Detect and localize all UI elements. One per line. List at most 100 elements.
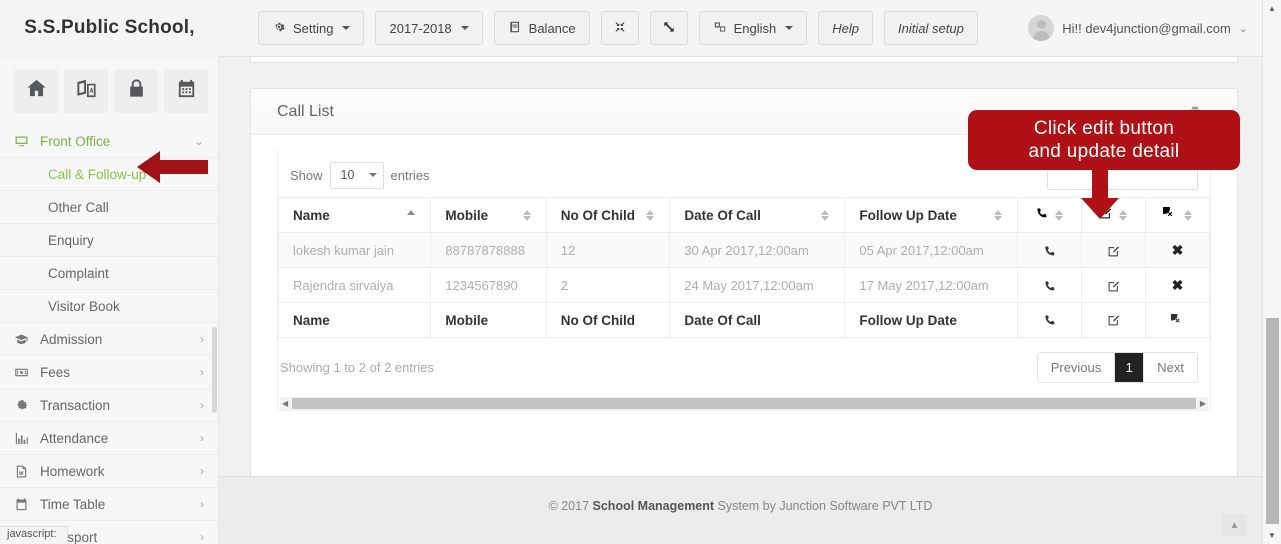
scroll-left-icon[interactable]: ◀ [282, 399, 288, 408]
column-label: Name [293, 207, 330, 223]
help-button[interactable]: Help [818, 11, 874, 45]
scroll-down-icon[interactable]: ▼ [1263, 527, 1281, 544]
column-header-mobile[interactable]: Mobile [430, 197, 547, 233]
list-item: Fees › [0, 356, 218, 389]
sidebar-item-label: Front Office [40, 133, 111, 149]
scroll-up-icon[interactable]: ▲ [1263, 0, 1281, 17]
header-toolbar: Setting 2017-2018 Balance English Help I… [219, 0, 1262, 57]
scroll-thumb[interactable] [292, 398, 1196, 409]
footer-label-name: Name [277, 302, 432, 338]
sidebar-item-label: Time Table [40, 496, 106, 512]
collapse-sidebar-button[interactable] [600, 11, 639, 45]
column-header-call[interactable] [1017, 197, 1083, 233]
sidebar-scrollbar-thumb[interactable] [212, 327, 217, 413]
language-button[interactable]: English [698, 11, 808, 45]
column-header-date-of-call[interactable]: Date Of Call [669, 197, 846, 233]
sidebar-item-attendance[interactable]: Attendance › [0, 422, 218, 454]
user-menu[interactable]: Hi!! dev4junction@gmail.com ⌄ [1028, 15, 1262, 41]
sidebar-item-fees[interactable]: Fees › [0, 356, 218, 388]
page-length-select[interactable]: 10 [329, 161, 384, 189]
column-header-name[interactable]: Name [277, 197, 432, 233]
browser-vertical-scrollbar[interactable]: ▲ ▼ [1262, 0, 1281, 544]
footer-label-date-of-call: Date Of Call [669, 302, 846, 338]
sidebar-item-visitor-book[interactable]: Visitor Book [0, 290, 218, 322]
quick-lock-button[interactable] [114, 69, 158, 113]
sidebar-item-label: Complaint [48, 265, 109, 281]
list-item: Admission › [0, 323, 218, 356]
browser-scroll-thumb[interactable] [1266, 318, 1279, 524]
call-action-button[interactable] [1017, 232, 1083, 268]
phone-icon [1043, 313, 1056, 328]
app-root: S.S.Public School, Setting 2017-2018 Bal… [0, 0, 1281, 544]
edit-action-button[interactable] [1081, 267, 1147, 303]
pagination-page-1[interactable]: 1 [1115, 353, 1145, 382]
pagination-previous[interactable]: Previous [1037, 353, 1116, 382]
x-icon: ✖ [1171, 276, 1184, 293]
column-header-delete[interactable] [1145, 197, 1210, 233]
sidebar-item-label: Admission [40, 331, 103, 347]
table-header-row: Name Mobile No Of Child Date Of Call Fol… [277, 197, 1210, 233]
balance-button[interactable]: Balance [493, 11, 590, 45]
sidebar-item-other-call[interactable]: Other Call [0, 191, 218, 223]
bar-chart-icon [14, 431, 40, 446]
sidebar-item-label: Enquiry [48, 232, 94, 248]
quick-calendar-button[interactable] [164, 69, 208, 113]
sidebar-item-time-table[interactable]: Time Table › [0, 488, 218, 520]
chevron-down-icon: ⌄ [193, 134, 204, 148]
cell-date-of-call: 24 May 2017,12:00am [669, 267, 846, 303]
delete-action-button[interactable]: ✖ [1145, 232, 1210, 268]
sort-icon [645, 209, 655, 222]
table-head: Name Mobile No Of Child Date Of Call Fol… [277, 197, 1210, 233]
chevron-down-icon [342, 26, 351, 30]
chevron-right-icon: › [200, 365, 204, 379]
phone-icon [1043, 277, 1056, 292]
cell-mobile: 1234567890 [430, 267, 547, 303]
language-icon [713, 20, 727, 37]
back-to-top-button[interactable]: ▲ [1222, 514, 1247, 536]
scroll-right-icon[interactable]: ▶ [1200, 399, 1206, 408]
initial-setup-label: Initial setup [898, 20, 964, 36]
cell-follow-up-date: 05 Apr 2017,12:00am [844, 232, 1019, 268]
sidebar-item-transaction[interactable]: Transaction › [0, 389, 218, 421]
pagination-next[interactable]: Next [1144, 353, 1197, 382]
book-icon [508, 20, 522, 37]
fullscreen-button[interactable] [649, 11, 688, 45]
footer-label-no-of-child: No Of Child [545, 302, 671, 338]
chevron-right-icon: › [200, 398, 204, 412]
sidebar-item-enquiry[interactable]: Enquiry [0, 224, 218, 256]
chevron-right-icon: › [200, 431, 204, 445]
setting-button[interactable]: Setting [258, 11, 365, 45]
delete-circle-icon [1167, 310, 1184, 328]
phone-icon [1035, 207, 1048, 223]
call-action-button[interactable] [1017, 267, 1083, 303]
gear-icon [14, 398, 40, 413]
page-footer: © 2017 School Management System by Junct… [219, 476, 1262, 544]
chevron-down-icon [460, 26, 469, 30]
sidebar-item-label: Other Call [48, 199, 109, 215]
initial-setup-button[interactable]: Initial setup [884, 11, 978, 45]
quick-home-button[interactable] [14, 69, 58, 113]
school-brand-title: S.S.Public School, [24, 17, 195, 38]
expand-icon [662, 20, 676, 37]
sidebar-menu: Front Office ⌄ Call & Follow-up Other Ca… [0, 125, 218, 544]
session-year-button[interactable]: 2017-2018 [375, 11, 483, 45]
sidebar-item-homework[interactable]: Homework › [0, 455, 218, 487]
table-foot: Name Mobile No Of Child Date Of Call Fol… [277, 302, 1210, 338]
table-footer-row: Name Mobile No Of Child Date Of Call Fol… [277, 302, 1210, 338]
table-row[interactable]: Rajendra sirvaiya 1234567890 2 24 May 20… [277, 267, 1210, 303]
translate-icon [75, 77, 98, 105]
table-row[interactable]: lokesh kumar jain 88787878888 12 30 Apr … [277, 232, 1210, 268]
cell-date-of-call: 30 Apr 2017,12:00am [669, 232, 846, 268]
column-header-no-of-child[interactable]: No Of Child [545, 197, 671, 233]
list-item: Attendance › [0, 422, 218, 455]
edit-action-button[interactable] [1081, 232, 1147, 268]
quick-translate-button[interactable] [64, 69, 108, 113]
column-header-follow-up-date[interactable]: Follow Up Date [844, 197, 1019, 233]
annotation-arrow-left [136, 150, 208, 184]
table-horizontal-scrollbar[interactable]: ◀ ▶ [280, 397, 1208, 410]
delete-action-button[interactable]: ✖ [1145, 267, 1210, 303]
phone-icon [1043, 242, 1056, 257]
sidebar-item-admission[interactable]: Admission › [0, 323, 218, 355]
sidebar-item-complaint[interactable]: Complaint [0, 257, 218, 289]
annotation-arrow-down [1078, 168, 1122, 220]
